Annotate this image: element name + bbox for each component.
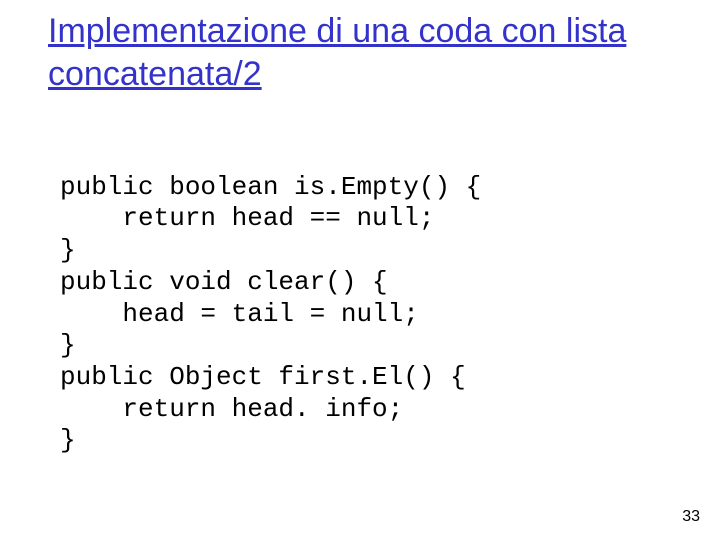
code-line: return head == null; bbox=[60, 203, 434, 233]
page-number: 33 bbox=[682, 508, 700, 526]
code-line: return head. info; bbox=[60, 394, 403, 424]
code-line: public Object first.El() { bbox=[60, 362, 466, 392]
slide: Implementazione di una coda con lista co… bbox=[0, 0, 720, 540]
code-line: head = tail = null; bbox=[60, 299, 419, 329]
code-line: } bbox=[60, 330, 76, 360]
slide-title: Implementazione di una coda con lista co… bbox=[48, 10, 668, 95]
code-block: public boolean is.Empty() { return head … bbox=[60, 140, 660, 457]
code-line: } bbox=[60, 235, 76, 265]
code-line: public void clear() { bbox=[60, 267, 388, 297]
code-line: public boolean is.Empty() { bbox=[60, 172, 481, 202]
code-line: } bbox=[60, 425, 76, 455]
